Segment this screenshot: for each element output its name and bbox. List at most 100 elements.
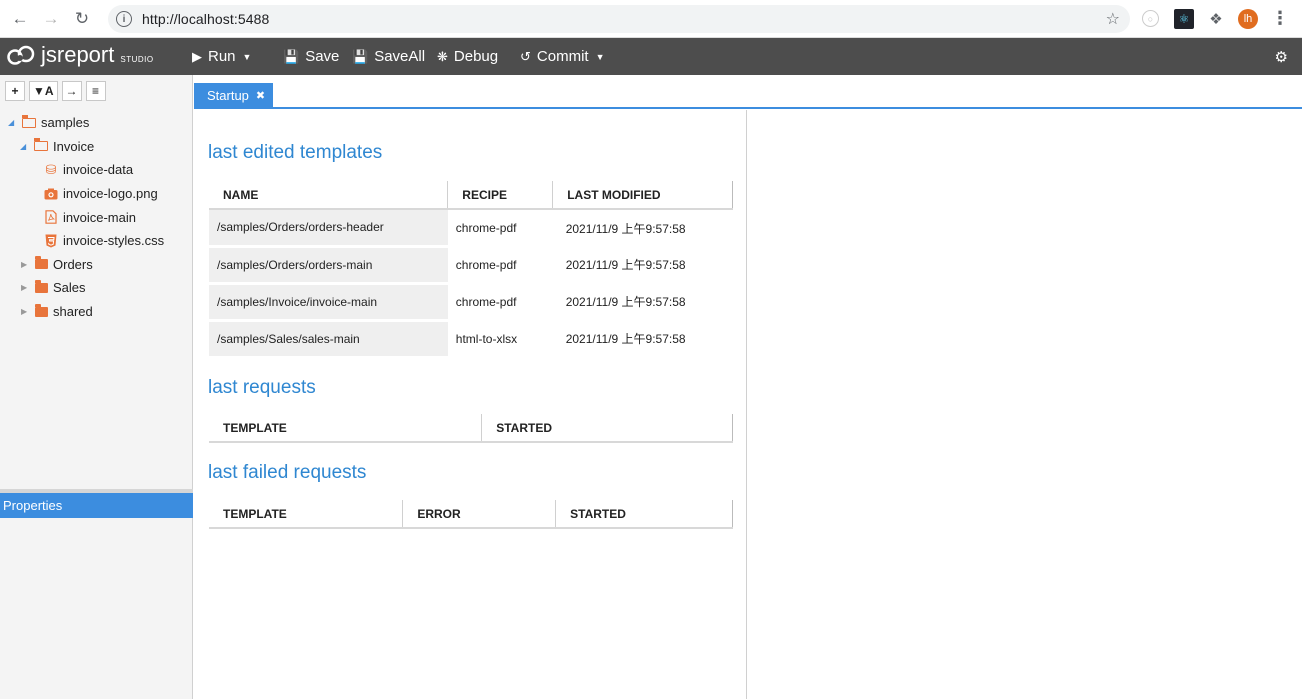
- tree-item-label: Sales: [53, 280, 86, 296]
- app-toolbar: jsreport STUDIO ▶ Run ▼ 💾 Save 💾 SaveAll…: [0, 38, 1302, 75]
- recipe-cell: chrome-pdf: [455, 221, 517, 235]
- forward-icon[interactable]: →: [40, 8, 62, 30]
- expanded-arrow-icon[interactable]: ◢: [20, 142, 26, 151]
- debug-button[interactable]: ❋ Debug: [437, 38, 498, 75]
- recipe-cell: chrome-pdf: [455, 257, 517, 272]
- table-header-row: TEMPLATE ERROR STARTED: [209, 500, 733, 529]
- saveall-button[interactable]: 💾 SaveAll: [352, 38, 425, 75]
- floppy-multi-icon: 💾: [352, 48, 369, 64]
- column-header[interactable]: RECIPE: [447, 181, 554, 210]
- table-header-row: TEMPLATE STARTED: [209, 414, 733, 443]
- database-icon: ⛁: [45, 161, 57, 177]
- commit-button[interactable]: ↺ Commit ▼: [520, 38, 605, 75]
- saveall-label: SaveAll: [374, 48, 426, 65]
- play-icon: ▶: [192, 48, 202, 64]
- last-edited-templates-title: last edited templates: [208, 142, 383, 163]
- site-info-icon[interactable]: i: [116, 11, 132, 27]
- tree-item-label: samples: [41, 115, 90, 131]
- column-header[interactable]: NAME: [209, 181, 449, 210]
- modified-cell: 2021/11/9 上午9:57:58: [565, 221, 686, 236]
- requests-table: TEMPLATE STARTED: [209, 414, 733, 443]
- caret-down-icon[interactable]: ▼: [243, 52, 252, 62]
- column-header[interactable]: STARTED: [481, 414, 733, 443]
- folder-icon: [34, 303, 48, 318]
- react-devtools-icon[interactable]: ⚛: [1174, 9, 1194, 29]
- tab-startup[interactable]: Startup ✖: [194, 83, 274, 107]
- tree-item-samples[interactable]: ◢ samples: [0, 111, 193, 135]
- table-row[interactable]: /samples/Sales/sales-main html-to-xlsx 2…: [209, 320, 733, 359]
- logo-text: jsreport: [41, 42, 115, 67]
- camera-icon: [44, 188, 58, 200]
- properties-header[interactable]: Properties: [0, 493, 193, 518]
- failed-requests-table: TEMPLATE ERROR STARTED: [209, 500, 733, 529]
- tree-item-label: Orders: [53, 256, 93, 272]
- collapsed-arrow-icon[interactable]: ▶: [21, 307, 27, 316]
- tree-item-label: shared: [53, 304, 93, 320]
- table-row[interactable]: /samples/Orders/orders-header chrome-pdf…: [209, 209, 733, 248]
- navigate-button[interactable]: →: [61, 81, 82, 101]
- tree-toolbar: + ▼A → ≡: [5, 81, 110, 101]
- expanded-arrow-icon[interactable]: ◢: [8, 118, 14, 127]
- tree-item-invoice-main[interactable]: invoice-main: [0, 205, 193, 229]
- run-label: Run: [208, 48, 236, 65]
- folder-icon: [34, 279, 48, 294]
- folder-open-icon: [33, 138, 48, 152]
- tree-item-invoice-logo[interactable]: invoice-logo.png: [0, 182, 193, 206]
- template-name-cell[interactable]: /samples/Sales/sales-main: [209, 320, 448, 359]
- close-tab-icon[interactable]: ✖: [256, 89, 265, 102]
- css3-icon: [44, 234, 58, 248]
- tree-item-shared[interactable]: ▶ shared: [0, 300, 193, 324]
- tree-item-label: invoice-data: [63, 162, 134, 178]
- tree-item-sales[interactable]: ▶ Sales: [0, 276, 193, 300]
- tree-item-invoice-styles[interactable]: invoice-styles.css: [0, 229, 193, 253]
- template-name-cell[interactable]: /samples/Orders/orders-header: [209, 209, 448, 248]
- modified-cell: 2021/11/9 上午9:57:58: [565, 295, 686, 309]
- add-entity-button[interactable]: +: [5, 81, 25, 101]
- logo-subtitle: STUDIO: [120, 54, 154, 64]
- run-button[interactable]: ▶ Run ▼: [192, 38, 251, 75]
- puzzle-extensions-icon[interactable]: ❖: [1206, 9, 1226, 29]
- folder-open-icon: [21, 114, 36, 129]
- history-icon: ↺: [520, 48, 531, 64]
- column-header[interactable]: TEMPLATE: [209, 414, 483, 443]
- startup-page: last edited templates NAME RECIPE LAST M…: [194, 110, 747, 699]
- tree-item-invoice-data[interactable]: ⛁ invoice-data: [0, 158, 193, 182]
- caret-down-icon[interactable]: ▼: [596, 52, 605, 62]
- tree-item-orders[interactable]: ▶ Orders: [0, 253, 193, 277]
- template-name-cell[interactable]: /samples/Invoice/invoice-main: [209, 283, 448, 322]
- collapsed-arrow-icon[interactable]: ▶: [21, 283, 27, 292]
- bookmark-star-icon[interactable]: ☆: [1106, 9, 1120, 29]
- back-icon[interactable]: ←: [9, 8, 31, 30]
- browser-toolbar: ← → ↻ i http://localhost:5488 ☆ ○ ⚛ ❖ lh…: [0, 0, 1302, 38]
- templates-table: NAME RECIPE LAST MODIFIED /samples/Order…: [209, 181, 733, 359]
- column-header[interactable]: ERROR: [402, 500, 557, 529]
- extension-icon[interactable]: ○: [1142, 10, 1159, 27]
- table-header-row: NAME RECIPE LAST MODIFIED: [209, 181, 733, 210]
- address-bar[interactable]: i http://localhost:5488 ☆: [108, 5, 1130, 33]
- template-name-cell[interactable]: /samples/Orders/orders-main: [209, 246, 448, 285]
- column-header[interactable]: STARTED: [555, 500, 733, 529]
- recipe-cell: html-to-xlsx: [455, 331, 518, 346]
- column-header[interactable]: LAST MODIFIED: [552, 181, 733, 210]
- tree-item-invoice[interactable]: ◢ Invoice: [0, 135, 193, 159]
- commit-label: Commit: [536, 48, 589, 65]
- modified-cell: 2021/11/9 上午9:57:58: [565, 258, 686, 272]
- menu-button[interactable]: ≡: [85, 81, 106, 101]
- column-header[interactable]: TEMPLATE: [209, 500, 404, 529]
- save-button[interactable]: 💾 Save: [283, 38, 339, 75]
- filter-button[interactable]: ▼A: [29, 81, 58, 101]
- reload-icon[interactable]: ↻: [71, 8, 93, 30]
- preview-pane: [748, 110, 1302, 699]
- tree-item-label: invoice-main: [63, 209, 136, 225]
- last-requests-title: last requests: [208, 377, 316, 398]
- url-text[interactable]: http://localhost:5488: [142, 11, 269, 27]
- gear-icon[interactable]: ⚙: [1275, 48, 1288, 66]
- bug-icon: ❋: [437, 48, 448, 64]
- collapsed-arrow-icon[interactable]: ▶: [21, 260, 27, 269]
- modified-cell: 2021/11/9 上午9:57:58: [565, 332, 686, 346]
- debug-label: Debug: [453, 48, 499, 65]
- profile-avatar[interactable]: lh: [1238, 9, 1258, 29]
- table-row[interactable]: /samples/Orders/orders-main chrome-pdf 2…: [209, 246, 733, 285]
- browser-menu-icon[interactable]: ⋮: [1271, 8, 1289, 29]
- table-row[interactable]: /samples/Invoice/invoice-main chrome-pdf…: [209, 283, 733, 322]
